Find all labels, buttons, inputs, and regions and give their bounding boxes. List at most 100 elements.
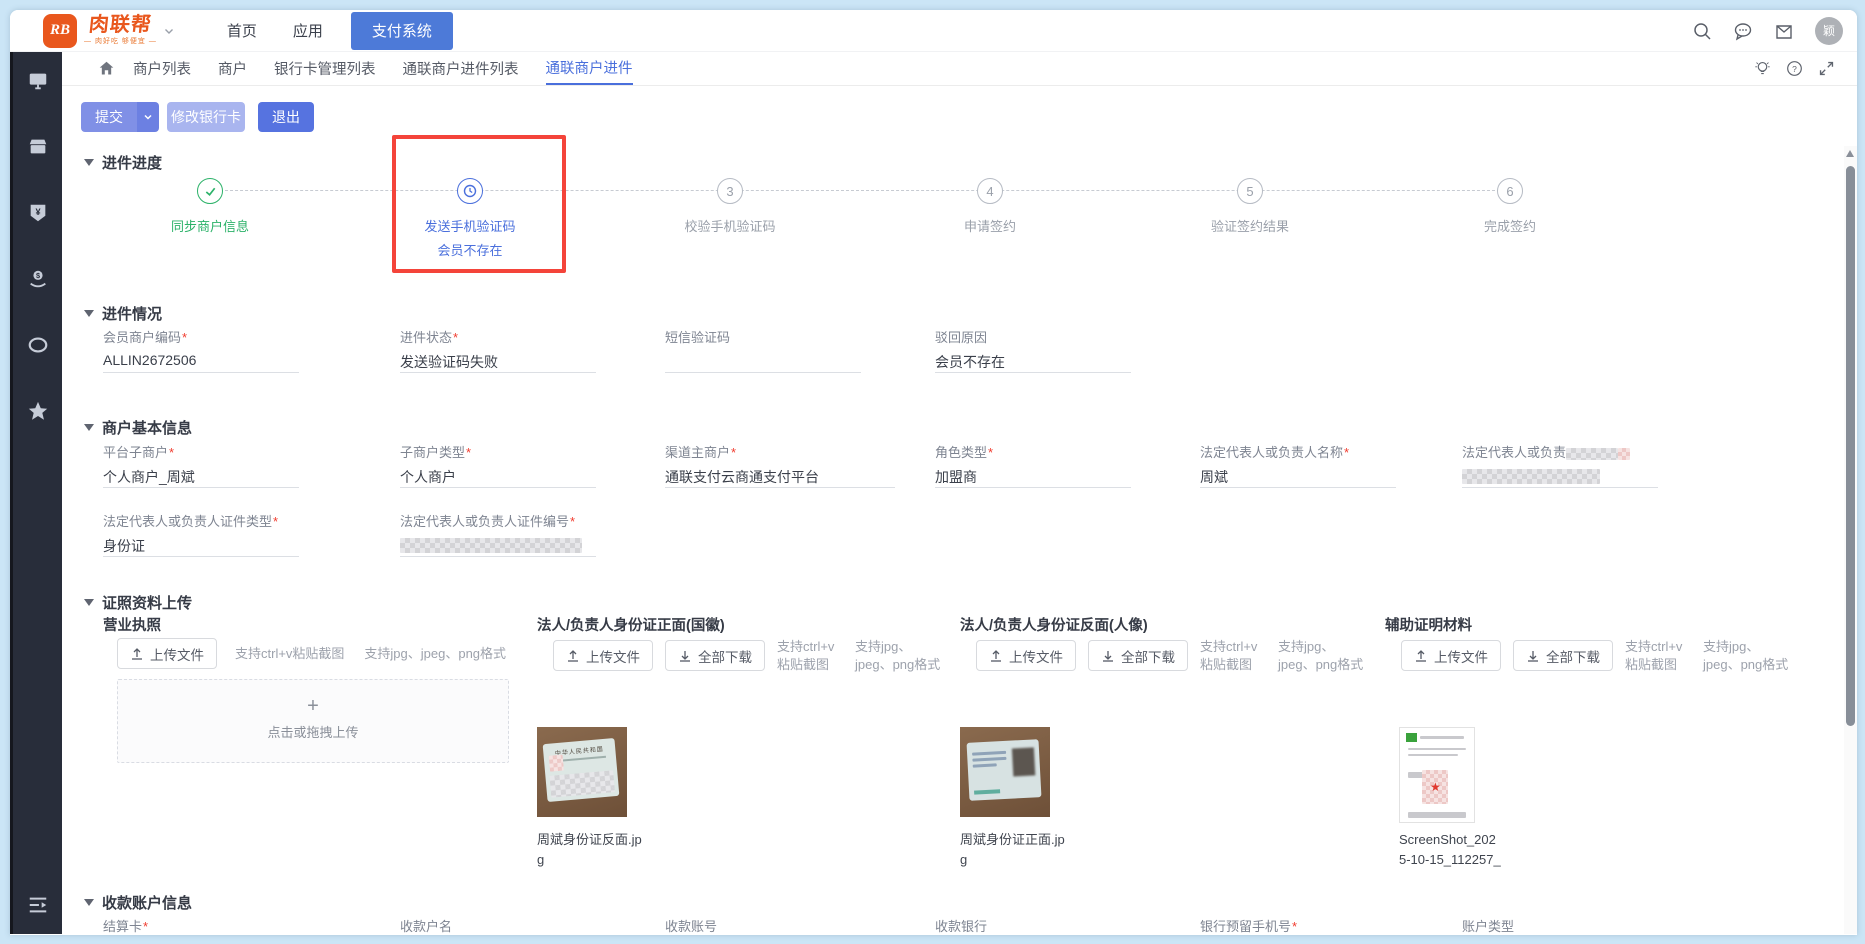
download-icon	[1101, 649, 1115, 663]
modify-bankcard-button[interactable]: 修改银行卡	[167, 102, 245, 132]
paste-hint: 支持ctrl+v粘贴截图	[777, 638, 843, 673]
exit-button[interactable]: 退出	[258, 102, 314, 132]
nav-item-payment-system[interactable]: 支付系统	[351, 12, 453, 50]
tab-merchant[interactable]: 商户	[218, 52, 247, 85]
blurred-value	[1462, 469, 1600, 484]
section-title: 进件进度	[102, 152, 162, 173]
upload-icon	[1414, 649, 1428, 663]
store-icon[interactable]	[27, 136, 49, 158]
field-legal-id-number-redacted: 法定代表人或负责人证件编号*	[400, 511, 596, 557]
app-window: RB 肉联帮 — 肉好吃 够便宜 — 首页 应用 支付系统 颖 ¥ $	[10, 10, 1857, 935]
message-icon[interactable]	[1733, 21, 1753, 41]
download-all-button[interactable]: 全部下载	[665, 640, 765, 671]
search-icon[interactable]	[1692, 21, 1712, 41]
blurred-value	[400, 538, 582, 553]
field-legal-id-type: 法定代表人或负责人证件类型* 身份证	[103, 511, 299, 557]
download-all-button[interactable]: 全部下载	[1088, 640, 1188, 671]
disc-icon[interactable]	[27, 334, 49, 356]
section-merchant-header[interactable]: 商户基本信息	[84, 417, 192, 438]
step-verify-sign: 5 验证签约结果	[1120, 178, 1380, 235]
upload-icon	[566, 649, 580, 663]
submit-button[interactable]: 提交	[81, 102, 137, 132]
plus-icon: +	[118, 695, 508, 718]
thumbnail-screenshot[interactable]: ★	[1399, 727, 1475, 823]
field-payee-account: 收款账号	[665, 916, 861, 935]
scroll-up-arrow[interactable]	[1846, 150, 1854, 157]
card-title-auxiliary: 辅助证明材料	[1385, 614, 1472, 635]
submit-dropdown-button[interactable]	[137, 102, 159, 132]
section-account-header[interactable]: 收款账户信息	[84, 892, 192, 913]
tab-tonglian-entry-list[interactable]: 通联商户进件列表	[403, 52, 519, 85]
main-nav: 首页 应用 支付系统	[191, 10, 453, 51]
step-apply-sign: 4 申请签约	[860, 178, 1120, 235]
vertical-scrollbar[interactable]	[1844, 146, 1857, 934]
page-content: 提交 修改银行卡 退出 进件进度 同步商户信息	[62, 86, 1857, 934]
fullscreen-icon[interactable]	[1818, 60, 1835, 77]
svg-text:?: ?	[1792, 64, 1797, 74]
tab-merchant-list[interactable]: 商户列表	[133, 52, 191, 85]
scrollbar-thumb[interactable]	[1846, 166, 1855, 726]
app-header: RB 肉联帮 — 肉好吃 够便宜 — 首页 应用 支付系统 颖	[10, 10, 1857, 52]
help-icon[interactable]: ?	[1786, 60, 1803, 77]
file-name: 周斌身份证反面.jpg	[537, 830, 645, 869]
card-title-business-licence: 营业执照	[103, 614, 161, 635]
field-role-type: 角色类型* 加盟商	[935, 442, 1131, 488]
upload-dropzone[interactable]: + 点击或拖拽上传	[117, 679, 509, 763]
paste-hint: 支持ctrl+v粘贴截图	[1200, 638, 1266, 673]
section-title: 收款账户信息	[102, 892, 192, 913]
sms-code-input[interactable]	[665, 352, 861, 373]
section-progress-header[interactable]: 进件进度	[84, 152, 162, 173]
section-documents-header[interactable]: 证照资料上传	[84, 592, 192, 613]
format-hint: 支持jpg、jpeg、png格式	[855, 638, 943, 673]
tab-tonglian-entry[interactable]: 通联商户进件	[546, 52, 633, 85]
monitor-icon[interactable]	[27, 70, 49, 92]
theme-bulb-icon[interactable]	[1754, 60, 1771, 77]
red-mark: ★	[1430, 780, 1441, 794]
field-settlement-card: 结算卡*	[103, 916, 299, 935]
yen-badge-icon[interactable]: ¥	[27, 202, 49, 224]
field-legal-phone-redacted: 法定代表人或负责	[1462, 442, 1658, 488]
brand-logo[interactable]: RB 肉联帮 — 肉好吃 够便宜 —	[43, 14, 175, 48]
star-icon[interactable]	[27, 400, 49, 422]
tab-bankcard-list[interactable]: 银行卡管理列表	[274, 52, 376, 85]
blurred-area	[974, 789, 1000, 794]
upload-file-button[interactable]: 上传文件	[553, 640, 653, 671]
main-area: 商户列表 商户 银行卡管理列表 通联商户进件列表 通联商户进件 ? 提交 修改银…	[62, 52, 1857, 934]
screenshot-logo-block	[1406, 733, 1417, 742]
brand-name: 肉联帮	[83, 15, 158, 35]
nav-item-home[interactable]: 首页	[227, 20, 257, 41]
upload-file-button[interactable]: 上传文件	[976, 640, 1076, 671]
upload-file-button[interactable]: 上传文件	[117, 638, 217, 669]
section-status-header[interactable]: 进件情况	[84, 303, 162, 324]
download-all-button[interactable]: 全部下载	[1513, 640, 1613, 671]
format-hint: 支持jpg、jpeg、png格式	[1703, 638, 1791, 673]
mail-icon[interactable]	[1774, 21, 1794, 41]
section-title: 商户基本信息	[102, 417, 192, 438]
header-actions: 颖	[1692, 17, 1843, 45]
blurred-area	[549, 755, 564, 772]
field-submerchant-type: 子商户类型* 个人商户	[400, 442, 596, 488]
field-member-code: 会员商户编码* ALLIN2672506	[103, 327, 299, 373]
brand-text-block: 肉联帮 — 肉好吃 够便宜 —	[84, 15, 157, 46]
paste-hint: 支持ctrl+v粘贴截图	[235, 645, 344, 663]
step-label: 申请签约	[860, 216, 1120, 235]
dropzone-text: 点击或拖拽上传	[118, 722, 508, 741]
field-sms-code: 短信验证码	[665, 327, 861, 373]
avatar[interactable]: 颖	[1815, 17, 1843, 45]
field-legal-name: 法定代表人或负责人名称* 周斌	[1200, 442, 1396, 488]
step-check-icon	[197, 178, 223, 204]
format-hint: 支持jpg、jpeg、png格式	[364, 645, 506, 663]
upload-file-button[interactable]: 上传文件	[1401, 640, 1501, 671]
step-label: 校验手机验证码	[600, 216, 860, 235]
collapse-menu-icon[interactable]	[27, 894, 49, 916]
chevron-down-icon	[143, 112, 153, 122]
step-label: 同步商户信息	[80, 216, 340, 235]
thumbnail-id-back-photo[interactable]: 中华人民共和国	[537, 727, 627, 817]
thumbnail-id-front-photo[interactable]	[960, 727, 1050, 817]
nav-item-apps[interactable]: 应用	[293, 20, 323, 41]
svg-text:$: $	[35, 271, 39, 280]
blurred-area	[972, 751, 1007, 771]
home-icon[interactable]	[98, 60, 115, 77]
hand-coin-icon[interactable]: $	[27, 268, 49, 290]
upload-icon	[989, 649, 1003, 663]
